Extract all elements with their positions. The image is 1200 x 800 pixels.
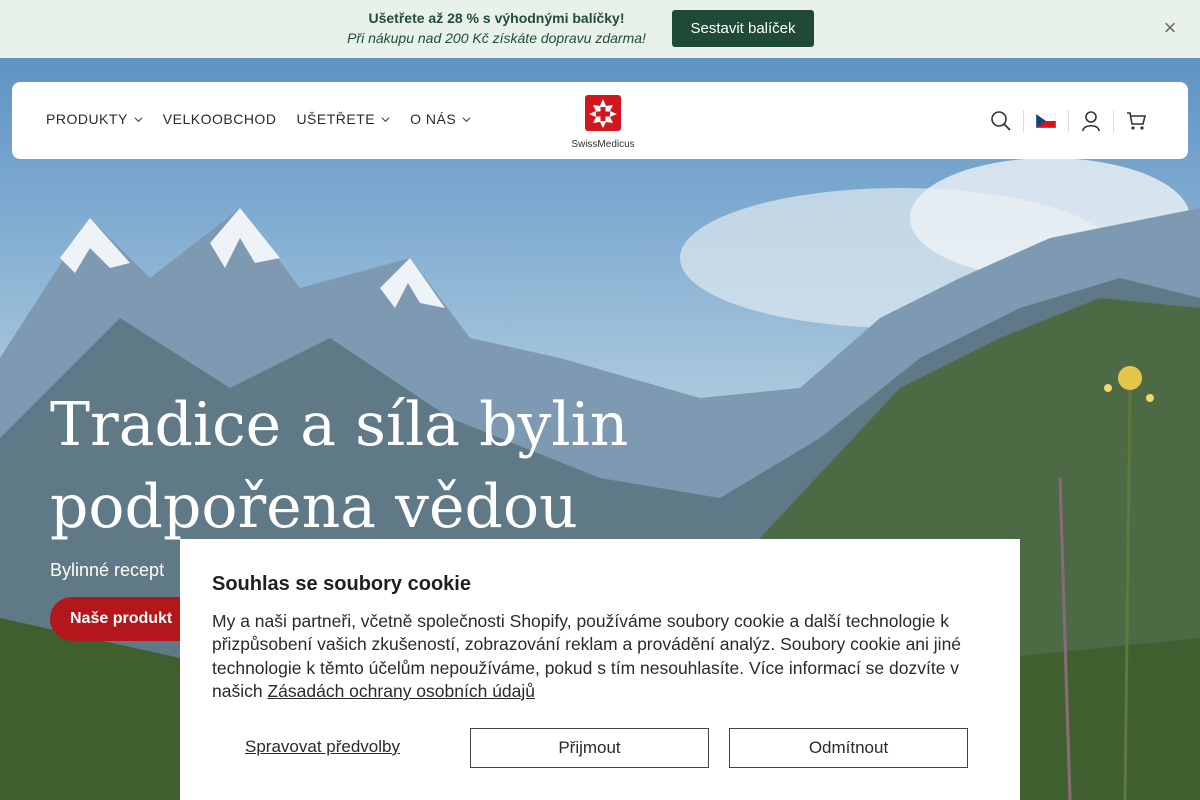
swiss-cross-logo-icon <box>585 95 621 131</box>
announcement-texts: Ušetřete až 28 % s výhodnými balíčky! Př… <box>300 8 693 48</box>
announcement-subline: Při nákupu nad 200 Kč získáte dopravu zd… <box>347 30 646 46</box>
cookie-body: My a naši partneři, včetně společnosti S… <box>212 610 992 703</box>
hero-subtitle: Bylinné recept <box>50 560 165 580</box>
privacy-policy-link[interactable]: Zásadách ochrany osobních údajů <box>267 681 535 701</box>
chevron-down-icon <box>381 116 390 122</box>
search-icon[interactable] <box>979 108 1023 134</box>
announcement-bar: Ušetřete až 28 % s výhodnými balíčky! Př… <box>0 0 1200 58</box>
account-icon[interactable] <box>1069 108 1113 134</box>
cookie-consent-banner: Souhlas se soubory cookie My a naši part… <box>180 539 1020 800</box>
nav-item-label: O NÁS <box>410 111 457 127</box>
nav-item-label: VELKOOBCHOD <box>162 111 277 127</box>
nav-item-wholesale[interactable]: VELKOOBCHOD <box>163 111 277 127</box>
main-nav: PRODUKTY VELKOOBCHOD UŠETŘETE O NÁS <box>46 111 471 127</box>
cart-icon[interactable] <box>1114 108 1158 134</box>
build-bundle-button[interactable]: Sestavit balíček <box>672 10 814 47</box>
logo-text: SwissMedicus <box>571 139 635 150</box>
czech-flag-icon[interactable] <box>1024 108 1068 134</box>
decline-button[interactable]: Odmítnout <box>729 728 968 768</box>
nav-item-label: PRODUKTY <box>46 111 128 127</box>
manage-preferences-link[interactable]: Spravovat předvolby <box>245 737 400 757</box>
accept-button[interactable]: Přijmout <box>470 728 709 768</box>
header-actions <box>979 108 1158 134</box>
hero-title-line1: Tradice a síla bylin <box>50 390 629 460</box>
close-icon[interactable]: × <box>1160 16 1180 40</box>
chevron-down-icon <box>134 116 143 122</box>
hero-title: Tradice a síla bylin podpořena vědou <box>50 384 670 548</box>
nav-item-about[interactable]: O NÁS <box>410 111 471 127</box>
chevron-down-icon <box>462 116 471 122</box>
nav-item-products[interactable]: PRODUKTY <box>46 111 143 127</box>
nav-item-save[interactable]: UŠETŘETE <box>296 111 390 127</box>
nav-item-label: UŠETŘETE <box>296 111 376 127</box>
brand-logo[interactable]: SwissMedicus <box>562 94 644 150</box>
hero-title-line2: podpořena vědou <box>50 472 578 542</box>
announcement-headline: Ušetřete až 28 % s výhodnými balíčky! <box>368 10 625 26</box>
site-header: PRODUKTY VELKOOBCHOD UŠETŘETE O NÁS Swis… <box>12 82 1188 159</box>
cookie-title: Souhlas se soubory cookie <box>212 573 471 595</box>
